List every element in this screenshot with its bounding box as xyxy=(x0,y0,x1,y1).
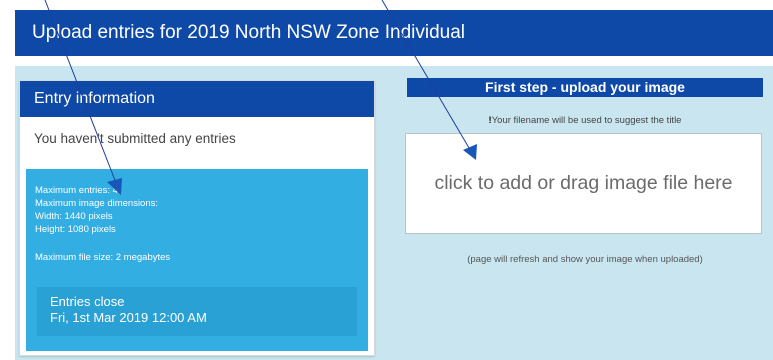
entries-close-box: Entries close Fri, 1st Mar 2019 12:00 AM xyxy=(37,287,357,336)
max-width-text: Width: 1440 pixels xyxy=(35,211,113,222)
entries-status-text: You haven't submitted any entries xyxy=(34,131,236,146)
filename-note: !Your filename will be used to suggest t… xyxy=(407,115,763,126)
entries-close-date: Fri, 1st Mar 2019 12:00 AM xyxy=(50,310,207,325)
refresh-note: (page will refresh and show your image w… xyxy=(467,254,703,265)
entry-information-panel: Entry information You haven't submitted … xyxy=(19,80,375,356)
upload-step-title: First step - upload your image xyxy=(407,78,763,97)
max-height-text: Height: 1080 pixels xyxy=(35,224,116,235)
max-file-size-text: Maximum file size: 2 megabytes xyxy=(35,252,171,263)
image-dropzone[interactable]: click to add or drag image file here xyxy=(405,133,762,234)
entry-information-title: Entry information xyxy=(20,81,374,117)
max-entries-text: Maximum entries: 4 xyxy=(35,185,118,196)
entries-close-label: Entries close xyxy=(50,294,125,309)
filename-note-text: Your filename will be used to suggest th… xyxy=(491,115,682,126)
entry-limits-box: Maximum entries: 4 Maximum image dimensi… xyxy=(26,169,368,351)
page-title: Upload entries for 2019 North NSW Zone I… xyxy=(15,10,773,56)
max-dimensions-text: Maximum image dimensions: xyxy=(35,198,159,209)
